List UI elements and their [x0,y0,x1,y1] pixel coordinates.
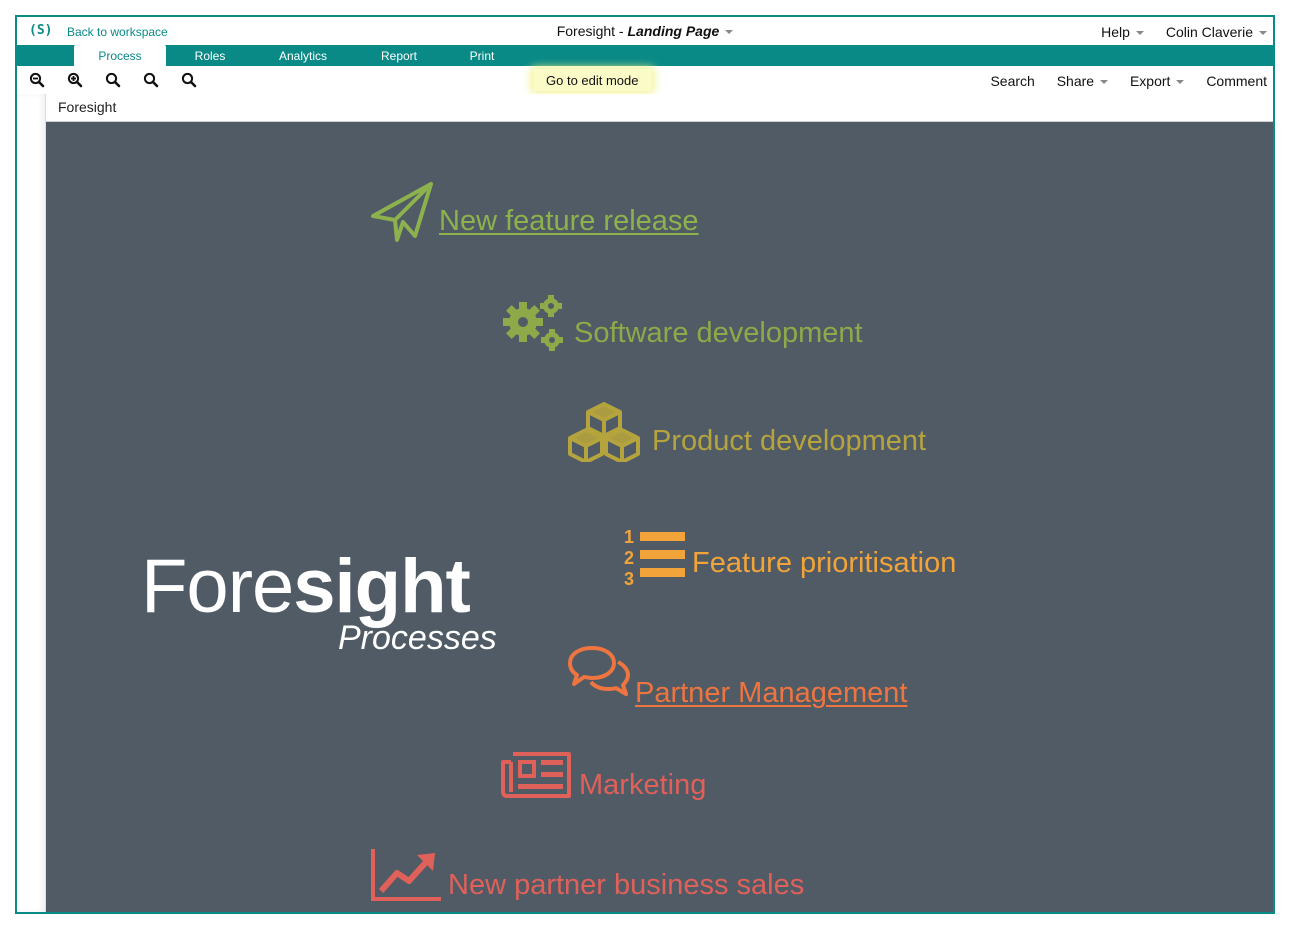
process-software-development[interactable]: Software development [501,294,901,354]
process-map-canvas: Foresight Processes New feature release [46,122,1273,912]
top-right-menu: Help Colin Claverie [1083,24,1267,40]
back-to-workspace-link[interactable]: Back to workspace [67,25,168,39]
edit-mode-button[interactable]: Go to edit mode [533,69,652,91]
process-feature-prioritisation[interactable]: 1 2 3 Feature prioritisation [624,525,1004,589]
numbered-list-icon: 1 2 3 [624,527,685,589]
export-menu[interactable]: Export [1129,73,1185,89]
toolbar-actions: Search Share Export Comment [972,73,1267,89]
chevron-down-icon [1135,31,1144,36]
svg-text:1: 1 [624,527,634,547]
chevron-down-icon [1100,80,1109,85]
chat-bubbles-icon [568,646,630,696]
process-product-development[interactable]: Product development [566,402,966,462]
process-label: New feature release [439,205,699,237]
process-partner-management[interactable]: Partner Management [568,644,968,709]
process-new-feature-release[interactable]: New feature release [371,182,751,244]
help-label: Help [1101,24,1130,40]
zoom-fit-icon[interactable] [105,72,121,88]
svg-text:3: 3 [624,569,634,589]
app-window: (S) Back to workspace Foresight - Landin… [15,15,1275,914]
brand-name-bold: sight [293,544,471,629]
toolbar: Go to edit mode Search Share Export Comm… [17,66,1273,95]
chevron-down-icon [1176,80,1185,85]
zoom-in-icon[interactable] [67,72,83,88]
brand-logo: Foresight Processes [141,544,497,658]
tab-process[interactable]: Process [74,45,166,66]
user-name: Colin Claverie [1165,24,1253,40]
process-marketing[interactable]: Marketing [501,750,801,810]
paper-plane-icon [371,182,433,242]
top-bar: (S) Back to workspace Foresight - Landin… [17,17,1273,45]
app-logo[interactable]: (S) [29,23,52,38]
process-label: Product development [652,425,927,457]
brand-name: Foresight [141,544,471,629]
user-menu[interactable]: Colin Claverie [1166,24,1267,40]
svg-text:2: 2 [624,548,634,568]
process-label: Partner Management [635,677,908,709]
tab-roles[interactable]: Roles [179,45,241,66]
side-panel[interactable] [17,94,46,912]
tab-print[interactable]: Print [459,45,505,66]
search-button[interactable]: Search [990,73,1034,89]
tab-analytics[interactable]: Analytics [267,45,339,66]
line-chart-icon [371,849,441,901]
zoom-out-icon[interactable] [29,72,45,88]
title-page-name: Landing Page [627,23,720,39]
chevron-down-icon [1259,31,1267,36]
export-label: Export [1129,73,1171,89]
share-label: Share [1056,73,1095,89]
process-label: Marketing [579,769,707,801]
title-app-name: Foresight - [556,23,628,39]
newspaper-icon [501,752,571,798]
chevron-down-icon [725,30,734,35]
tab-report[interactable]: Report [369,45,429,66]
process-label: New partner business sales [448,869,805,901]
brand-name-light: Fore [141,544,294,629]
help-menu[interactable]: Help [1101,24,1144,40]
process-label: Software development [574,317,863,349]
cubes-icon [568,402,640,462]
page-selector[interactable]: Landing Page [628,23,734,39]
brand-subtitle: Processes [338,619,497,657]
gears-icon [503,295,563,351]
share-menu[interactable]: Share [1056,73,1109,89]
comment-button[interactable]: Comment [1206,73,1267,89]
tab-bar: Process Roles Analytics Report Print [17,45,1273,66]
zoom-reset-icon[interactable] [181,72,197,88]
process-label: Feature prioritisation [692,547,957,579]
breadcrumb-item-foresight[interactable]: Foresight [58,99,116,115]
breadcrumb: Foresight [46,94,1273,122]
process-new-partner-business-sales[interactable]: New partner business sales [371,847,851,907]
zoom-width-icon[interactable] [143,72,159,88]
